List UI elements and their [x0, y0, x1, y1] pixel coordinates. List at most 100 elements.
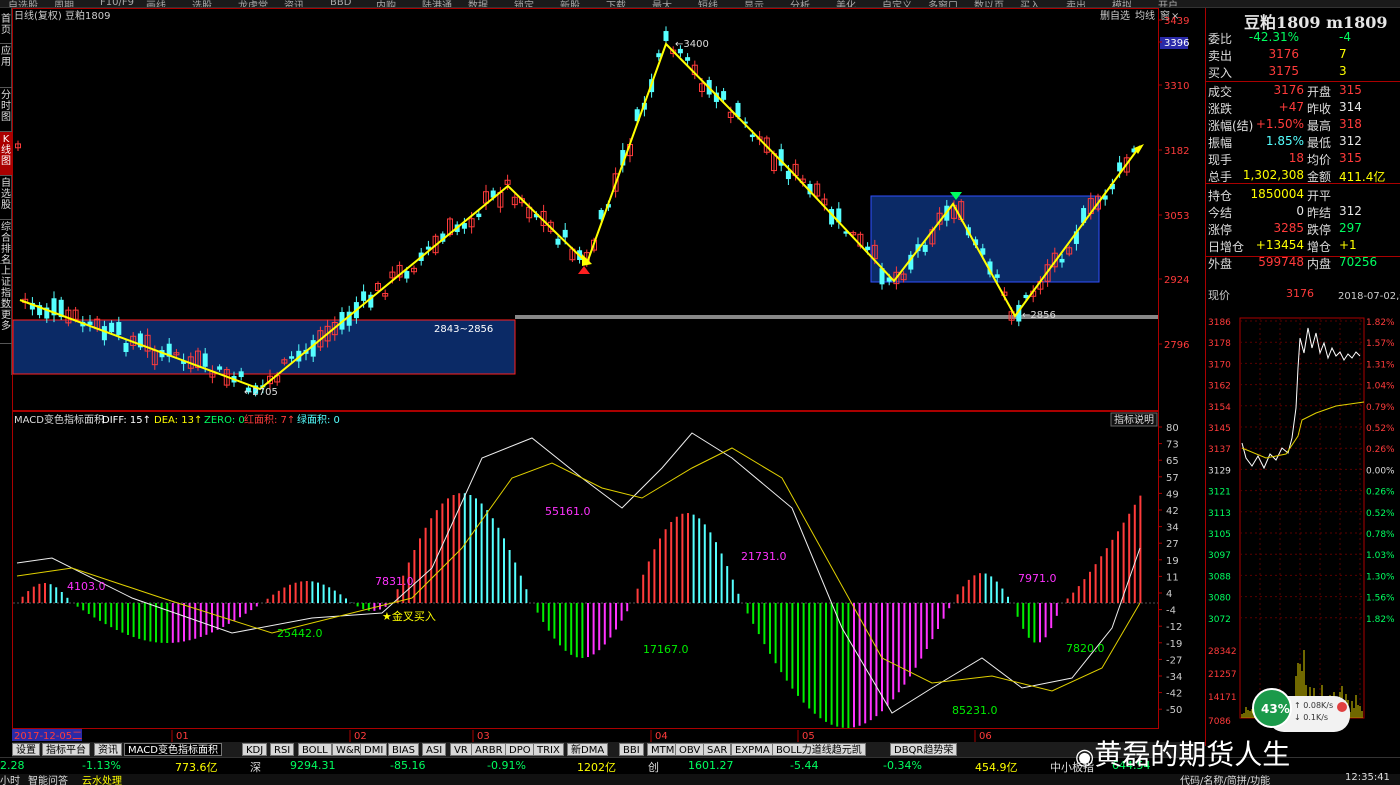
indicator-tab-18[interactable]: OBV	[675, 743, 705, 756]
macd-area-label: 25442.0	[277, 627, 323, 640]
menu-item-12[interactable]: 新股	[560, 0, 580, 7]
indicator-tab-12[interactable]: ARBR	[471, 743, 507, 756]
quote-value: 312	[1339, 134, 1362, 148]
menu-item-17[interactable]: 分析	[790, 0, 810, 7]
intraday-pct-label: 1.03%	[1366, 551, 1395, 561]
leftbar-item-1[interactable]: 应用	[0, 44, 12, 88]
current-price-label: 现价	[1208, 289, 1230, 302]
leftbar-item-2[interactable]: 分时图	[0, 88, 12, 132]
indicator-tab-11[interactable]: VR	[450, 743, 472, 756]
macd-area-label: 85231.0	[952, 704, 998, 717]
quote-value: 599748	[1258, 255, 1304, 269]
menu-item-23[interactable]: 卖出	[1066, 0, 1086, 7]
intraday-chart[interactable]: 3186 1.82% 3178 1.57% 3170 1.31% 3162 1.04% 3154…	[1206, 308, 1400, 746]
indicator-tab-5[interactable]: RSI	[270, 743, 295, 756]
candle-body	[361, 291, 367, 301]
leftbar-item-7[interactable]: 更多	[0, 308, 12, 344]
price-axis-label: 3310	[1164, 81, 1189, 92]
macd-area-label: 7971.0	[1018, 572, 1057, 585]
quote-label: 昨收	[1307, 102, 1332, 116]
quote-value: -42.31%	[1248, 30, 1299, 44]
quote-label: 最低	[1307, 136, 1332, 150]
menu-item-24[interactable]: 模拟	[1112, 0, 1132, 7]
quote-value: -4	[1339, 30, 1351, 44]
indicator-tab-4[interactable]: KDJ	[242, 743, 268, 756]
indicator-tab-10[interactable]: ASI	[422, 743, 447, 756]
menu-item-11[interactable]: 锁定	[514, 0, 534, 7]
indicator-tab-2[interactable]: 资讯	[94, 743, 122, 756]
macd-area-label: 55161.0	[545, 505, 591, 518]
menu-item-6[interactable]: 资讯	[284, 0, 304, 7]
macd-zero-label: ZERO: 0	[204, 415, 245, 426]
leftbar-item-4[interactable]: 自选股	[0, 176, 12, 220]
macd-axis-label: -27	[1166, 655, 1182, 666]
indicator-tab-15[interactable]: 新DMA	[567, 743, 609, 756]
speed-up: ↑ 0.08K/s	[1294, 701, 1333, 710]
indicator-tab-0[interactable]: 设置	[12, 743, 40, 756]
price-axis-label: 3439	[1164, 16, 1189, 27]
macd-area-label: 21731.0	[741, 550, 787, 563]
quote-label: 今结	[1208, 206, 1233, 220]
candle-body	[310, 340, 316, 357]
ma-toggle-button[interactable]: 均线	[1135, 9, 1155, 22]
indicator-tab-16[interactable]: BBI	[619, 743, 644, 756]
indicator-tab-13[interactable]: DPO	[505, 743, 535, 756]
menu-item-19[interactable]: 自定义	[882, 0, 912, 7]
indicator-tab-14[interactable]: TRIX	[533, 743, 564, 756]
indicator-tab-9[interactable]: BIAS	[388, 743, 419, 756]
menu-item-8[interactable]: 内购	[376, 0, 396, 7]
menu-item-3[interactable]: 画线	[146, 0, 166, 7]
quote-label: 内盘	[1307, 257, 1332, 271]
indicator-tab-22[interactable]: DBQR趋势荣	[890, 743, 958, 756]
menu-item-22[interactable]: 买入	[1020, 0, 1040, 7]
quote-value: +13454	[1255, 238, 1304, 252]
intraday-price-label: 3113	[1208, 509, 1231, 519]
menu-item-7[interactable]: BBD	[330, 0, 351, 7]
month-label: 04	[655, 731, 668, 742]
menu-item-25[interactable]: 开户	[1158, 0, 1178, 7]
intraday-price-label: 3154	[1208, 403, 1231, 413]
menu-item-21[interactable]: 数以页	[974, 0, 1004, 7]
indicator-tab-8[interactable]: DMI	[360, 743, 388, 756]
menu-item-20[interactable]: 多窗口	[928, 0, 958, 7]
indicator-tab-21[interactable]: BOLL力道线趋元凯	[772, 743, 866, 756]
quote-row: 持仓 1850004 开平	[1206, 187, 1400, 204]
quote-value: 312	[1339, 204, 1362, 218]
indicator-tab-20[interactable]: EXPMA	[731, 743, 774, 756]
indicator-tab-1[interactable]: 指标平台	[42, 743, 90, 756]
quote-value: 1.85%	[1265, 134, 1304, 148]
menu-item-13[interactable]: 下载	[606, 0, 626, 7]
menu-item-1[interactable]: 周期	[54, 0, 74, 7]
leftbar-item-5[interactable]: 综合排名	[0, 220, 12, 266]
kline-chart[interactable]: 日线(复权) 豆粕1809 删自选 均线窗 ×34393396331031823053…	[12, 8, 1205, 742]
menu-item-9[interactable]: 陆港通	[422, 0, 452, 7]
menu-item-15[interactable]: 短线	[698, 0, 718, 7]
candle-body	[922, 244, 928, 252]
add-icon[interactable]	[1337, 702, 1347, 712]
menu-item-10[interactable]: 数据	[468, 0, 488, 7]
indicator-tab-3[interactable]: MACD变色指标面积	[124, 743, 222, 756]
menu-item-5[interactable]: 龙虎堂	[238, 0, 268, 7]
menu-item-16[interactable]: 显示	[744, 0, 764, 7]
menu-item-0[interactable]: 自选股	[8, 0, 38, 7]
remove-watchlist-button[interactable]: 删自选	[1100, 9, 1130, 22]
dea-line	[16, 447, 1141, 692]
status-item: 创	[648, 761, 659, 774]
indicator-tab-6[interactable]: BOLL	[298, 743, 332, 756]
indicator-tab-17[interactable]: MTM	[647, 743, 679, 756]
candle-body	[116, 322, 122, 335]
menu-item-2[interactable]: F10/F9	[100, 0, 134, 7]
menu-item-14[interactable]: 最大	[652, 0, 672, 7]
search-input[interactable]: 代码/名称/简拼/功能	[1180, 772, 1270, 785]
leftbar-item-6[interactable]: 上证指数	[0, 264, 12, 310]
month-label: 02	[354, 731, 367, 742]
menu-item-4[interactable]: 选股	[192, 0, 212, 7]
leftbar-item-0[interactable]: 首页	[0, 12, 12, 44]
macd-area-label: 17167.0	[643, 643, 689, 656]
intraday-price-label: 3088	[1208, 572, 1231, 582]
indicator-tab-19[interactable]: SAR	[703, 743, 732, 756]
leftbar-item-3[interactable]: K线图	[0, 132, 12, 176]
bottom-item: 12:35:41	[1345, 772, 1390, 783]
menu-item-18[interactable]: 美化	[836, 0, 856, 7]
candle-body	[994, 274, 1000, 278]
